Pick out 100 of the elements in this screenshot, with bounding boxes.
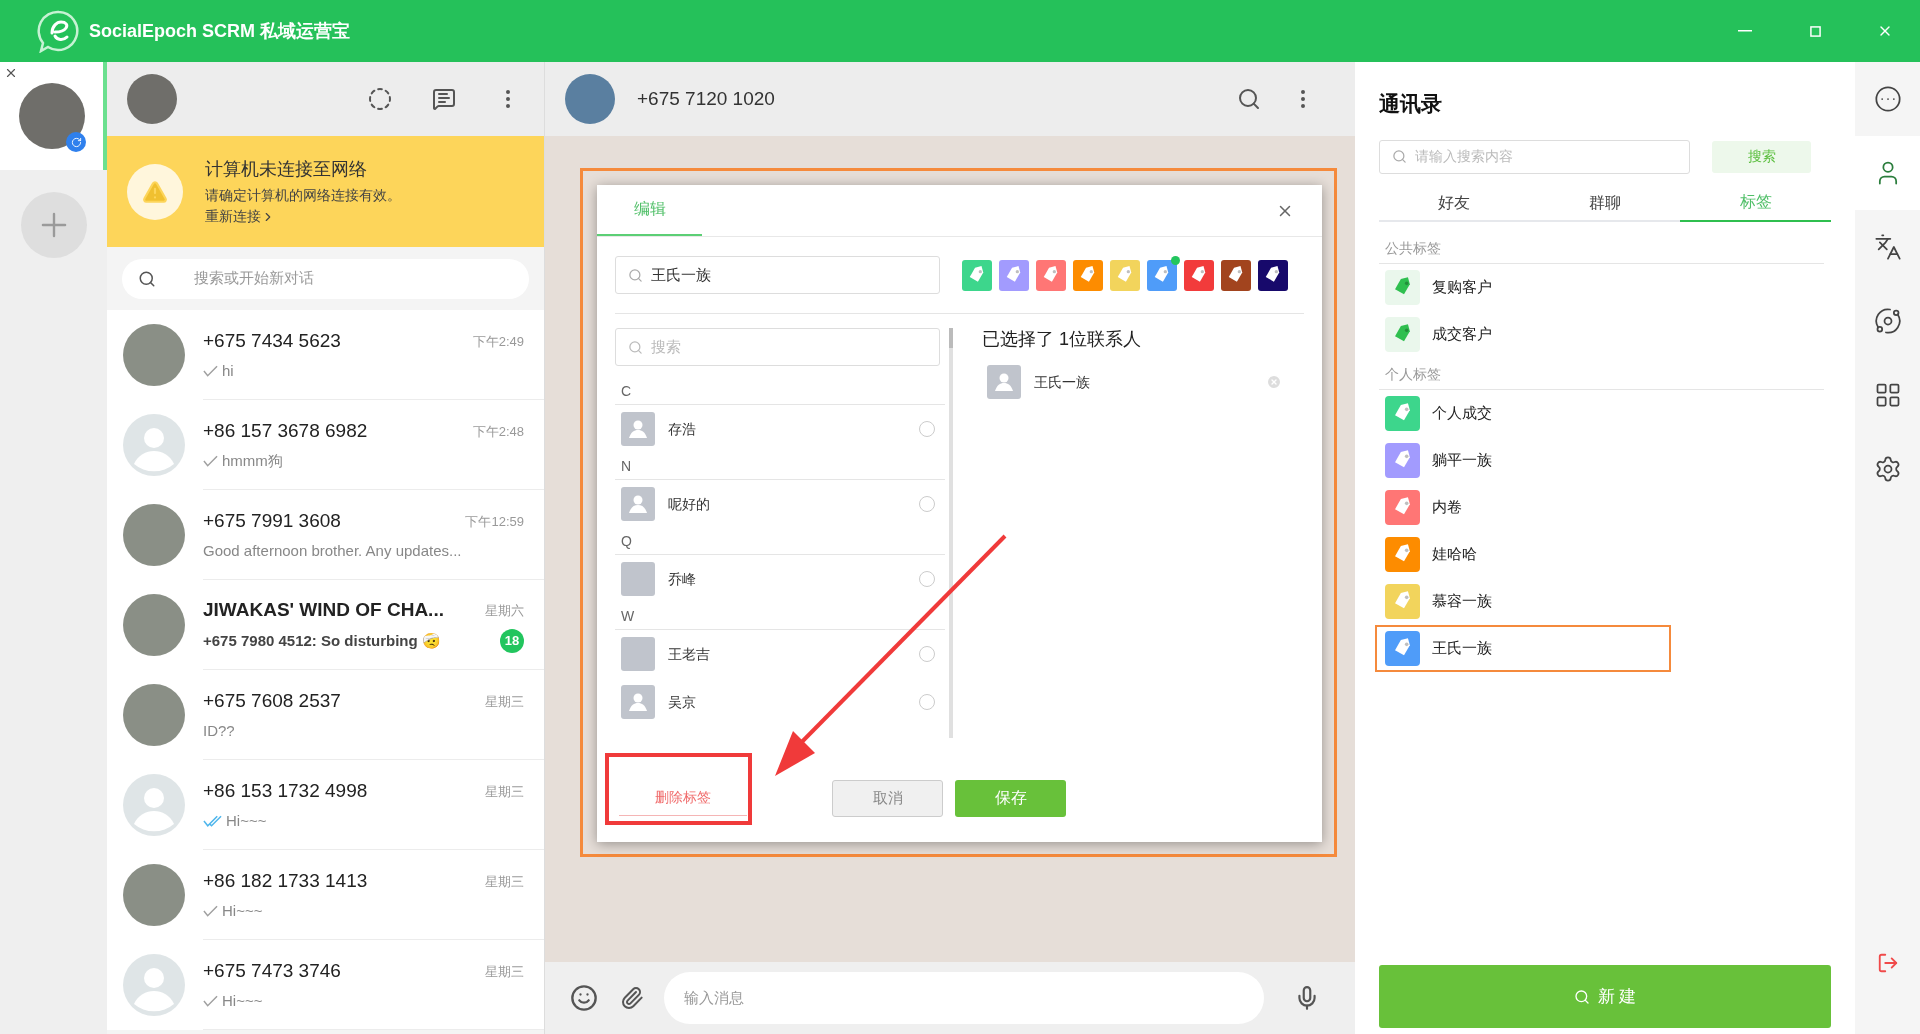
contact-name: 吴京	[668, 692, 697, 712]
tag-color-option[interactable]	[1258, 259, 1288, 291]
close-icon[interactable]	[4, 66, 18, 80]
attachment-icon[interactable]	[620, 986, 644, 1010]
search-icon	[138, 269, 156, 288]
search-icon	[628, 339, 643, 355]
message-preview: hmmm狗	[222, 450, 284, 471]
contact-item[interactable]: 呢好的	[615, 480, 945, 528]
section-title: 公共标签	[1379, 231, 1824, 264]
tag-item[interactable]: 躺平一族	[1379, 436, 1675, 484]
chat-name: +86 182 1733 1413	[203, 869, 368, 893]
radio-button[interactable]	[919, 646, 935, 662]
avatar-icon	[987, 365, 1021, 399]
tag-color-option[interactable]	[962, 259, 992, 291]
tag-color-option[interactable]	[1110, 259, 1140, 291]
tag-name: 慕容一族	[1432, 590, 1492, 611]
status-icon[interactable]	[368, 87, 392, 111]
avatar-icon	[621, 487, 655, 521]
chat-name: +675 7473 3746	[203, 959, 341, 983]
chat-name: JIWAKAS' WIND OF CHA...	[203, 598, 444, 623]
maximize-icon	[1809, 25, 1821, 37]
chat-time: 下午12:59	[465, 512, 524, 531]
group-letter: N	[615, 453, 945, 480]
contact-name: 乔峰	[668, 569, 697, 589]
minimize-icon	[1738, 30, 1752, 32]
warning-icon	[142, 178, 168, 205]
tag-color-option[interactable]	[1184, 259, 1214, 291]
tag-item[interactable]: 慕容一族	[1379, 577, 1675, 625]
chat-item[interactable]: JIWAKAS' WIND OF CHA... 星期六 +675 7980 4512: So disturbing 🤕 18	[107, 580, 544, 670]
radio-button[interactable]	[919, 421, 935, 437]
contact-item[interactable]: 存浩	[615, 405, 945, 453]
tag-name: 娃哈哈	[1432, 543, 1477, 564]
chat-time: 星期三	[485, 782, 524, 801]
tag-item[interactable]: 王氏一族	[1375, 624, 1671, 672]
emoji-icon[interactable]	[570, 984, 598, 1012]
contact-name: 呢好的	[668, 494, 711, 514]
tag-item[interactable]: 复购客户	[1379, 263, 1675, 311]
logout-icon[interactable]	[1876, 952, 1899, 974]
chat-time: 星期六	[485, 601, 524, 620]
group-letter: C	[615, 378, 945, 405]
contacts-tab[interactable]: 群聊	[1529, 183, 1681, 222]
avatar-placeholder	[621, 637, 655, 671]
chat-name: +86 157 3678 6982	[203, 419, 368, 443]
tag-color-option[interactable]	[999, 259, 1029, 291]
search-icon[interactable]	[1237, 87, 1261, 111]
tag-item[interactable]: 内卷	[1379, 483, 1675, 531]
account-tab[interactable]	[0, 62, 107, 170]
radio-button[interactable]	[919, 571, 935, 587]
tag-item[interactable]: 成交客户	[1379, 310, 1675, 358]
panel-title: 通讯录	[1379, 91, 1443, 117]
search-icon	[1573, 988, 1590, 1005]
tag-color-option[interactable]	[1073, 259, 1103, 291]
chat-time: 下午2:48	[472, 422, 524, 441]
radio-button[interactable]	[919, 496, 935, 512]
message-preview: hi	[222, 360, 235, 381]
orbit-icon	[1873, 307, 1902, 335]
chat-item[interactable]: +675 7991 3608 下午12:59 Good afternoon brother. Any updates...	[107, 490, 544, 580]
banner-text: 请确定计算机的网络连接有效。	[205, 186, 401, 205]
search-icon	[628, 267, 643, 283]
message-preview: Good afternoon brother. Any updates...	[203, 540, 463, 561]
avatar-icon	[621, 685, 655, 719]
contact-name: 王氏一族	[1034, 372, 1091, 392]
chat-item[interactable]: +86 153 1732 4998 星期三 Hi~~~	[107, 760, 544, 850]
avatar-icon	[123, 414, 185, 476]
tag-name: 内卷	[1432, 496, 1462, 517]
chat-icon[interactable]	[432, 87, 456, 111]
reconnect-link[interactable]: 重新连接	[205, 206, 401, 227]
chat-item[interactable]: +86 182 1733 1413 星期三 Hi~~~	[107, 850, 544, 940]
photo-placeholder	[127, 74, 177, 124]
chat-item[interactable]: +675 7608 2537 星期三 ID??	[107, 670, 544, 760]
chat-item[interactable]: +675 7434 5623 下午2:49 hi	[107, 310, 544, 400]
tag-name: 个人成交	[1432, 402, 1492, 423]
tag-color-option[interactable]	[1036, 259, 1066, 291]
chat-item[interactable]: +675 7473 3746 星期三 Hi~~~	[107, 940, 544, 1030]
avatar-icon	[123, 774, 185, 836]
chat-name: +86 153 1732 4998	[203, 779, 368, 803]
chat-time: 星期三	[485, 872, 524, 891]
contact-item[interactable]: 乔峰	[615, 555, 945, 603]
chat-time: 星期三	[485, 962, 524, 981]
contacts-tab[interactable]: 好友	[1379, 183, 1530, 222]
avatar-placeholder	[621, 562, 655, 596]
check-icon	[203, 904, 218, 917]
avatar-icon	[621, 412, 655, 446]
chat-time: 下午2:49	[472, 332, 524, 351]
radio-button[interactable]	[919, 694, 935, 710]
message-preview: Hi~~~	[222, 900, 264, 921]
check-icon	[203, 364, 218, 377]
chat-name: +675 7991 3608	[203, 509, 341, 533]
tag-item[interactable]: 娃哈哈	[1379, 530, 1675, 578]
chat-name: +675 7434 5623	[203, 329, 341, 353]
contact-item[interactable]: 吴京	[615, 678, 945, 726]
tag-item[interactable]: 个人成交	[1379, 389, 1675, 437]
contact-item[interactable]: 王老吉	[615, 630, 945, 678]
more-icon	[1873, 85, 1902, 113]
tag-color-option[interactable]	[1147, 259, 1177, 291]
tag-color-option[interactable]	[1221, 259, 1251, 291]
chat-time: 星期三	[485, 692, 524, 711]
tag-search-field[interactable]: 王氏一族	[615, 256, 940, 294]
chat-item[interactable]: +86 157 3678 6982 下午2:48 hmmm狗	[107, 400, 544, 490]
logo-icon	[37, 9, 81, 53]
